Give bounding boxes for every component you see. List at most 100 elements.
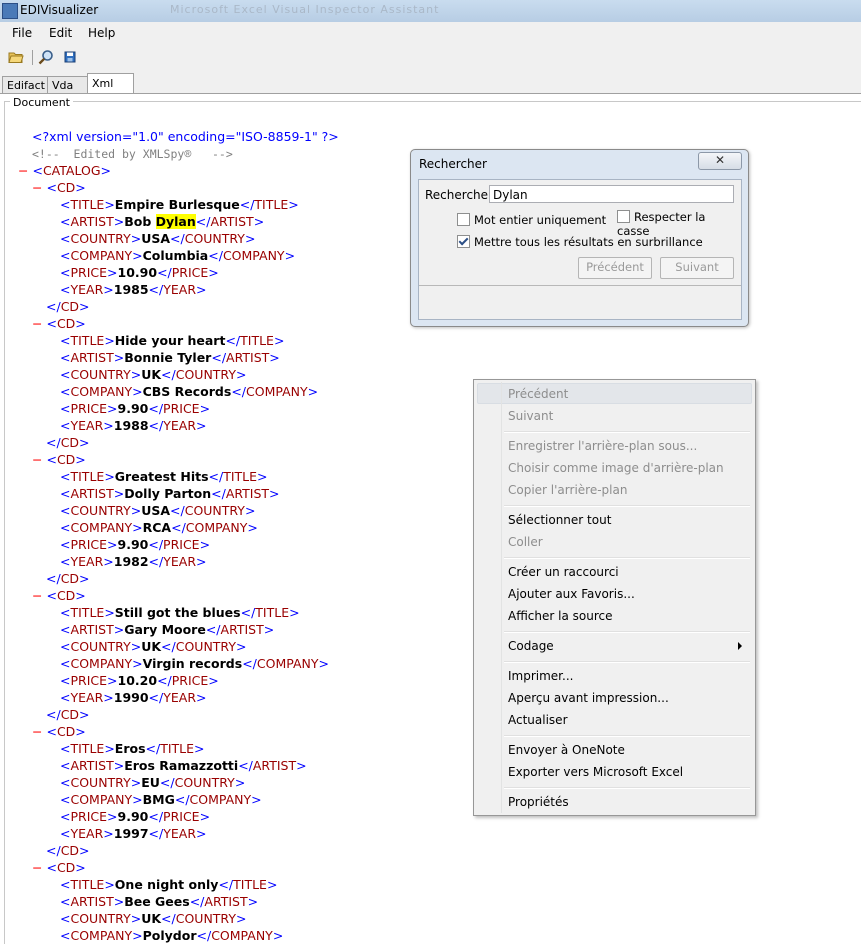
menu-item-properties[interactable]: Propriétés — [508, 795, 569, 809]
tag-bracket: < — [60, 639, 71, 654]
tag-bracket: </ — [218, 877, 234, 892]
tag-name: PRICE — [163, 401, 200, 416]
tag-bracket: < — [60, 690, 71, 705]
menu-item-encoding[interactable]: Codage — [508, 639, 554, 653]
highlight-all-box[interactable] — [457, 235, 470, 248]
tab-edifact[interactable]: Edifact — [2, 76, 48, 94]
menu-separator — [504, 735, 750, 737]
find-dialog-title: Rechercher — [419, 157, 487, 171]
highlight-all-checkbox[interactable]: Mettre tous les résultats en surbrillanc… — [457, 235, 703, 249]
context-menu: Précédent Suivant Enregistrer l'arrière-… — [473, 379, 756, 816]
close-button[interactable]: ✕ — [698, 152, 742, 170]
menu-edit[interactable]: Edit — [49, 26, 72, 40]
tag-bracket: < — [60, 554, 71, 569]
xml-element-artist: <ARTIST>Gary Moore</ARTIST> — [60, 621, 274, 638]
menu-item-print[interactable]: Imprimer... — [508, 669, 573, 683]
menu-file[interactable]: File — [12, 26, 32, 40]
tag-bracket: > — [130, 911, 142, 926]
xml-element-artist: <ARTIST>Bob Dylan</ARTIST> — [60, 213, 264, 230]
tag-name: TITLE — [255, 605, 290, 620]
menu-item-copy-background[interactable]: Copier l'arrière-plan — [508, 483, 627, 497]
menu-item-view-source[interactable]: Afficher la source — [508, 609, 613, 623]
match-case-checkbox[interactable]: Respecter la casse — [617, 210, 741, 238]
tag-bracket: > — [75, 860, 86, 875]
tag-bracket: > — [130, 367, 142, 382]
tag-name: COMPANY — [70, 928, 133, 943]
find-icon[interactable] — [38, 49, 54, 65]
element-value: 9.90 — [117, 537, 149, 552]
tab-vda[interactable]: Vda — [47, 76, 88, 94]
search-input[interactable]: Dylan — [489, 185, 734, 203]
tag-bracket: > — [273, 333, 285, 348]
menu-item-add-favorites[interactable]: Ajouter aux Favoris... — [508, 587, 635, 601]
menu-item-precedent[interactable]: Précédent — [508, 387, 568, 401]
tag-name: CD — [56, 860, 76, 875]
menu-item-send-onenote[interactable]: Envoyer à OneNote — [508, 743, 625, 757]
collapse-icon[interactable]: − — [32, 860, 46, 875]
menu-bar: File Edit Help — [0, 22, 861, 44]
tag-name: COMPANY — [70, 248, 133, 263]
xml-element-price: <PRICE>9.90</PRICE> — [60, 808, 210, 825]
xml-element-title: <TITLE>One night only</TITLE> — [60, 876, 277, 893]
tag-name: PRICE — [70, 809, 108, 824]
tag-name: CD — [56, 180, 76, 195]
menu-item-suivant[interactable]: Suivant — [508, 409, 553, 423]
tag-bracket: > — [244, 231, 256, 246]
tag-bracket: > — [103, 690, 114, 705]
collapse-icon[interactable]: − — [32, 452, 46, 467]
tag-name: CATALOG — [42, 163, 101, 178]
tag-bracket: > — [284, 248, 296, 263]
tag-bracket: > — [132, 384, 143, 399]
element-value: Bonnie Tyler — [124, 350, 212, 365]
tag-bracket: > — [104, 469, 115, 484]
collapse-icon[interactable]: − — [32, 588, 46, 603]
whole-word-checkbox[interactable]: Mot entier uniquement — [457, 213, 606, 227]
collapse-icon[interactable]: − — [32, 724, 46, 739]
tag-bracket: > — [79, 571, 90, 586]
collapse-icon[interactable]: − — [32, 316, 46, 331]
menu-item-set-background[interactable]: Choisir comme image d'arrière-plan — [508, 461, 724, 475]
menu-item-refresh[interactable]: Actualiser — [508, 713, 568, 727]
tag-bracket: < — [60, 622, 71, 637]
tag-name: COMPANY — [70, 520, 133, 535]
tag-name: PRICE — [70, 537, 108, 552]
match-case-box[interactable] — [617, 210, 630, 223]
open-folder-icon[interactable] — [8, 49, 24, 65]
menu-item-paste[interactable]: Coller — [508, 535, 543, 549]
xml-element-company: <COMPANY>Columbia</COMPANY> — [60, 247, 295, 264]
tag-name: COMPANY — [70, 384, 133, 399]
menu-item-save-background[interactable]: Enregistrer l'arrière-plan sous... — [508, 439, 697, 453]
tag-bracket: < — [60, 248, 71, 263]
tag-bracket: > — [113, 622, 125, 637]
tag-bracket: </ — [148, 690, 164, 705]
xml-element-price: <PRICE>10.20</PRICE> — [60, 672, 219, 689]
tag-name: TITLE — [70, 605, 105, 620]
xml-element-artist: <ARTIST>Eros Ramazzotti</ARTIST> — [60, 757, 307, 774]
tag-bracket: < — [60, 418, 71, 433]
collapse-icon[interactable]: − — [32, 180, 46, 195]
menu-item-create-shortcut[interactable]: Créer un raccourci — [508, 565, 619, 579]
collapse-icon[interactable]: − — [18, 163, 32, 178]
tab-xml[interactable]: Xml — [87, 73, 134, 95]
element-value: Bee Gees — [124, 894, 190, 909]
menu-item-export-excel[interactable]: Exporter vers Microsoft Excel — [508, 765, 683, 779]
menu-help[interactable]: Help — [88, 26, 115, 40]
toolbar — [0, 44, 861, 70]
tag-bracket: </ — [148, 282, 164, 297]
toolbar-separator — [32, 50, 33, 65]
next-button[interactable]: Suivant — [660, 257, 734, 279]
save-icon[interactable] — [62, 49, 78, 65]
tag-name: COMPANY — [246, 384, 308, 399]
menu-item-select-all[interactable]: Sélectionner tout — [508, 513, 611, 527]
tag-bracket: </ — [189, 894, 205, 909]
xml-element-country: <COUNTRY>EU</COUNTRY> — [60, 774, 245, 791]
tag-name: CD — [56, 724, 76, 739]
menu-item-print-preview[interactable]: Aperçu avant impression... — [508, 691, 669, 705]
tag-bracket: </ — [239, 197, 255, 212]
tag-name: PRICE — [70, 673, 108, 688]
cd-close: </CD> — [46, 570, 90, 587]
tag-bracket: > — [269, 486, 280, 501]
previous-button[interactable]: Précédent — [578, 257, 652, 279]
xml-declaration: <?xml version="1.0" encoding="ISO-8859-1… — [32, 128, 339, 145]
whole-word-box[interactable] — [457, 213, 470, 226]
